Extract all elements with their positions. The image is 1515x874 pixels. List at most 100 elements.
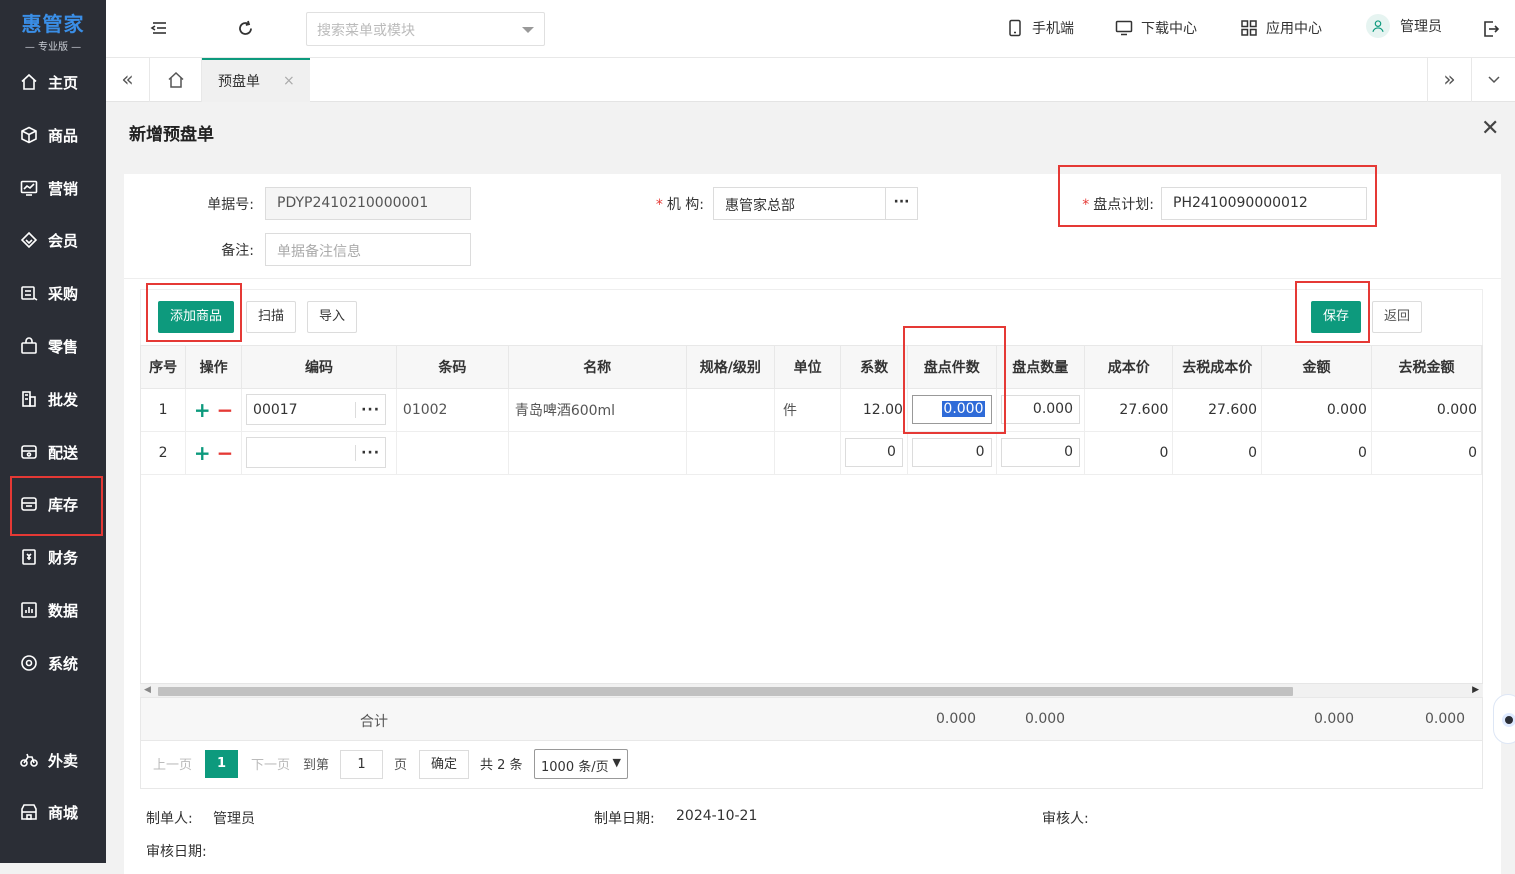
tabs-dropdown-icon[interactable] — [1471, 58, 1515, 102]
sidebar-item-truck[interactable]: 配送 — [0, 432, 106, 472]
menu-search-input[interactable]: 搜索菜单或模块 — [306, 12, 545, 46]
sum-qty: 0.000 — [1025, 711, 1066, 727]
barcode-cell — [396, 431, 509, 475]
tabs-scroll-left-icon[interactable]: « — [106, 58, 150, 102]
code-picker-button[interactable]: ··· — [355, 401, 385, 418]
add-row-icon[interactable]: + — [194, 441, 211, 465]
qty-input[interactable]: 0.000 — [1000, 395, 1081, 424]
current-page-button[interactable]: 1 — [205, 750, 238, 778]
pieces-input[interactable]: 0 — [911, 438, 992, 467]
prev-page-button[interactable]: 上一页 — [153, 754, 192, 773]
form-panel: 单据号: PDYP2410210000001 * 机 构: 惠管家总部 ··· *… — [124, 174, 1501, 874]
cost-notax-cell: 0 — [1172, 431, 1263, 475]
user-menu[interactable]: 管理员 — [1366, 14, 1442, 38]
home-icon — [20, 73, 38, 91]
scrollbar-thumb[interactable] — [158, 687, 1293, 696]
sidebar-item-label: 商城 — [48, 803, 79, 822]
sidebar-item-building[interactable]: 批发 — [0, 379, 106, 419]
chevron-down-icon: ▼ — [612, 756, 621, 769]
tabs-scroll-right-icon[interactable]: » — [1427, 58, 1471, 102]
remove-row-icon[interactable]: − — [217, 398, 234, 422]
divider — [124, 278, 1501, 279]
org-field[interactable]: 惠管家总部 ··· — [713, 187, 918, 220]
scroll-left-arrow[interactable]: ◀ — [144, 685, 151, 695]
floating-assistant-icon[interactable] — [1493, 694, 1515, 744]
org-picker-button[interactable]: ··· — [885, 188, 917, 219]
chevron-down-icon[interactable] — [522, 27, 534, 33]
logo: 惠管家 — 专业版 — — [0, 0, 106, 56]
import-button[interactable]: 导入 — [307, 301, 357, 333]
finance-icon — [20, 548, 38, 566]
sidebar-item-data[interactable]: 数据 — [0, 590, 106, 630]
sidebar-item-settings[interactable]: 系统 — [0, 643, 106, 683]
code-picker-button[interactable]: ··· — [355, 444, 385, 461]
box-icon — [20, 495, 38, 513]
horizontal-scrollbar[interactable]: ◀ ▶ — [140, 683, 1483, 697]
qty-input[interactable]: 0 — [1000, 438, 1081, 467]
tab-pre-count[interactable]: 预盘单 × — [202, 58, 310, 102]
app-center-button[interactable]: 应用中心 — [1240, 18, 1322, 38]
collapse-menu-icon[interactable] — [150, 20, 168, 40]
close-tab-icon[interactable]: × — [283, 73, 295, 89]
add-row-icon[interactable]: + — [194, 398, 211, 422]
refresh-icon[interactable] — [237, 20, 254, 41]
barcode-cell: 01002 — [396, 388, 509, 432]
factor-input[interactable]: 0 — [845, 438, 903, 467]
sidebar-item-store[interactable]: 商城 — [0, 792, 106, 832]
auditor-label: 审核人: — [1042, 811, 1089, 827]
maker-label: 制单人: — [146, 811, 193, 827]
goto-label: 到第 — [303, 758, 330, 773]
sum-amount: 0.000 — [1314, 711, 1355, 727]
sidebar-item-finance[interactable]: 财务 — [0, 537, 106, 577]
page-number-input[interactable]: 1 — [340, 750, 383, 779]
plan-field[interactable]: PH2410090000012 — [1161, 187, 1367, 220]
top-bar: 搜索菜单或模块 手机端 下载中心 应用中心 管理员 — [106, 0, 1515, 58]
bike-icon — [20, 751, 38, 769]
audit-date-label: 审核日期: — [146, 844, 207, 860]
tab-home[interactable] — [150, 58, 202, 102]
scroll-right-arrow[interactable]: ▶ — [1472, 685, 1479, 695]
sidebar-item-box[interactable]: 库存 — [0, 484, 106, 524]
sidebar-item-cube[interactable]: 商品 — [0, 115, 106, 155]
save-button[interactable]: 保存 — [1311, 301, 1361, 333]
remark-field[interactable]: 单据备注信息 — [265, 233, 471, 266]
column-header: 盘点数量 — [996, 346, 1086, 389]
next-page-button[interactable]: 下一页 — [251, 754, 290, 773]
column-header: 名称 — [508, 346, 687, 389]
page-size-select[interactable]: 1000 条/页 ▼ — [534, 749, 628, 779]
code-input[interactable]: ··· — [246, 437, 387, 468]
page-size-value: 1000 条/页 — [541, 760, 609, 775]
logout-icon[interactable] — [1482, 20, 1500, 42]
column-header: 编码 — [241, 346, 397, 389]
download-center-button[interactable]: 下载中心 — [1115, 18, 1197, 38]
search-placeholder: 搜索菜单或模块 — [317, 23, 415, 39]
sidebar-item-chart-screen[interactable]: 营销 — [0, 168, 106, 208]
purchase-icon — [20, 284, 38, 302]
close-page-icon[interactable]: ✕ — [1481, 116, 1499, 141]
pieces-input[interactable]: 0.000 — [911, 395, 992, 424]
sum-pieces: 0.000 — [936, 711, 977, 727]
sidebar-item-bike[interactable]: 外卖 — [0, 740, 106, 780]
code-input[interactable]: 00017 ··· — [246, 394, 387, 425]
sidebar-item-label: 营销 — [48, 179, 79, 198]
back-button[interactable]: 返回 — [1372, 301, 1422, 333]
pieces-cell: 0 — [907, 431, 997, 475]
sidebar-item-home[interactable]: 主页 — [0, 62, 106, 102]
sidebar-item-label: 采购 — [48, 284, 79, 303]
main-content: 新增预盘单 ✕ 单据号: PDYP2410210000001 * 机 构: 惠管家… — [106, 102, 1515, 874]
phone-icon — [1009, 19, 1021, 37]
sidebar-item-purchase[interactable]: 采购 — [0, 273, 106, 313]
add-goods-button[interactable]: 添加商品 — [158, 301, 234, 333]
remove-row-icon[interactable]: − — [217, 441, 234, 465]
column-header: 去税成本价 — [1172, 346, 1263, 389]
confirm-page-button[interactable]: 确定 — [419, 750, 469, 779]
user-icon — [1372, 20, 1384, 33]
sidebar-item-label: 财务 — [48, 548, 79, 567]
settings-icon — [20, 654, 38, 672]
sidebar-item-bag[interactable]: 零售 — [0, 326, 106, 366]
name-cell: 青岛啤酒600ml — [508, 388, 687, 432]
sidebar-item-diamond[interactable]: 会员 — [0, 220, 106, 260]
mobile-button[interactable]: 手机端 — [1006, 18, 1074, 38]
sidebar-item-label: 库存 — [48, 495, 79, 514]
scan-button[interactable]: 扫描 — [246, 301, 296, 333]
